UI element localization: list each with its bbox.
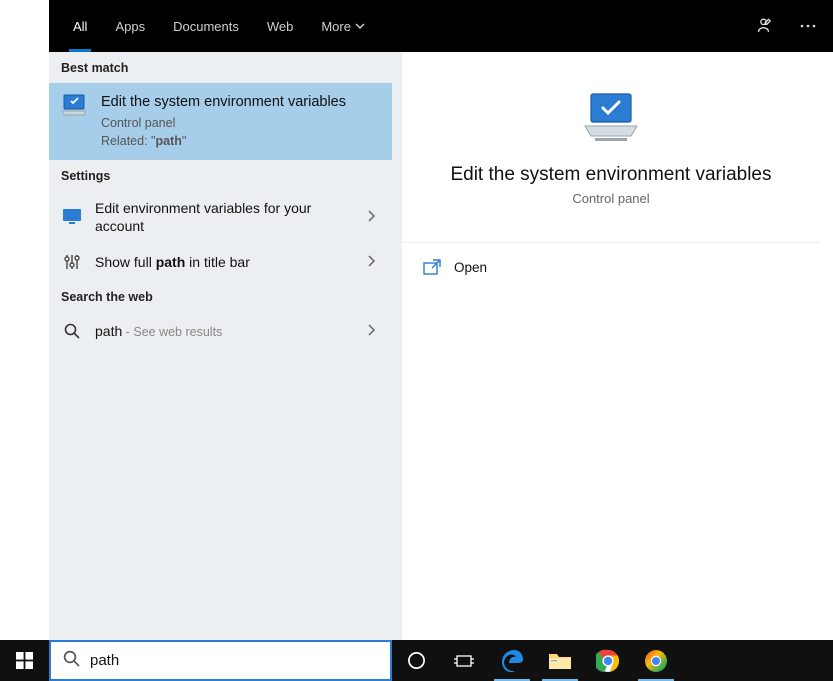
topbar-right: [751, 11, 823, 41]
open-action[interactable]: Open: [402, 243, 820, 291]
tab-more-label: More: [321, 19, 351, 34]
chrome-icon[interactable]: [584, 640, 632, 681]
taskbar-icons: [392, 640, 680, 681]
related-suffix: ": [182, 134, 186, 148]
feedback-icon[interactable]: [751, 11, 781, 41]
chevron-right-icon: [362, 209, 380, 225]
detail-hero: Edit the system environment variables Co…: [402, 62, 820, 228]
taskbar: [0, 640, 833, 681]
best-match-related: Related: "path": [101, 134, 346, 148]
section-web: Search the web: [49, 281, 392, 312]
taskbar-search[interactable]: [49, 640, 392, 681]
file-explorer-icon[interactable]: [536, 640, 584, 681]
best-match-title: Edit the system environment variables: [101, 93, 346, 112]
settings-item-1[interactable]: Show full path in title bar: [49, 243, 392, 281]
search-filter-tabs: All Apps Documents Web More: [49, 0, 833, 52]
search-icon: [63, 650, 80, 672]
chevron-right-icon: [362, 254, 380, 270]
search-results-panel: Best match Edit the system environment v…: [49, 52, 392, 640]
t3: in title bar: [185, 254, 250, 270]
settings-item-1-label: Show full path in title bar: [95, 253, 350, 271]
section-settings: Settings: [49, 160, 392, 191]
best-match-subtitle: Control panel: [101, 116, 346, 130]
detail-panel: Edit the system environment variables Co…: [402, 62, 820, 640]
web-search-item[interactable]: path - See web results: [49, 312, 392, 350]
settings-item-0-label: Edit environment variables for your acco…: [95, 199, 350, 235]
search-icon: [61, 320, 83, 342]
options-icon[interactable]: [793, 11, 823, 41]
edge-icon[interactable]: [488, 640, 536, 681]
web-suffix: - See web results: [122, 325, 222, 339]
best-match-body: Edit the system environment variables Co…: [101, 93, 346, 148]
section-best-match: Best match: [49, 52, 392, 83]
tab-documents[interactable]: Documents: [159, 0, 253, 52]
panel-gap: [392, 52, 402, 640]
chrome-canary-icon[interactable]: [632, 640, 680, 681]
web-term: path: [95, 323, 122, 339]
best-match-result[interactable]: Edit the system environment variables Co…: [49, 83, 392, 160]
tab-web[interactable]: Web: [253, 0, 308, 52]
detail-subtitle: Control panel: [422, 191, 800, 206]
related-prefix: Related: ": [101, 134, 155, 148]
related-term: path: [155, 134, 181, 148]
search-input[interactable]: [90, 652, 382, 669]
start-button[interactable]: [0, 640, 49, 681]
computer-settings-icon: [61, 93, 91, 123]
task-view-icon[interactable]: [440, 640, 488, 681]
open-icon: [422, 257, 442, 277]
tab-more[interactable]: More: [307, 0, 379, 52]
monitor-icon: [61, 206, 83, 228]
computer-settings-icon: [581, 90, 641, 150]
settings-item-0[interactable]: Edit environment variables for your acco…: [49, 191, 392, 243]
tab-apps[interactable]: Apps: [101, 0, 159, 52]
t1: Show full: [95, 254, 156, 270]
t2: path: [156, 254, 186, 270]
sliders-icon: [61, 251, 83, 273]
chevron-down-icon: [355, 19, 365, 34]
tab-all[interactable]: All: [59, 0, 101, 52]
cortana-icon[interactable]: [392, 640, 440, 681]
text: Edit environment variables for your acco…: [95, 200, 311, 234]
web-search-label: path - See web results: [95, 322, 350, 340]
tabs: All Apps Documents Web More: [59, 0, 379, 52]
chevron-right-icon: [362, 323, 380, 339]
detail-title: Edit the system environment variables: [422, 164, 800, 186]
open-label: Open: [454, 260, 487, 275]
